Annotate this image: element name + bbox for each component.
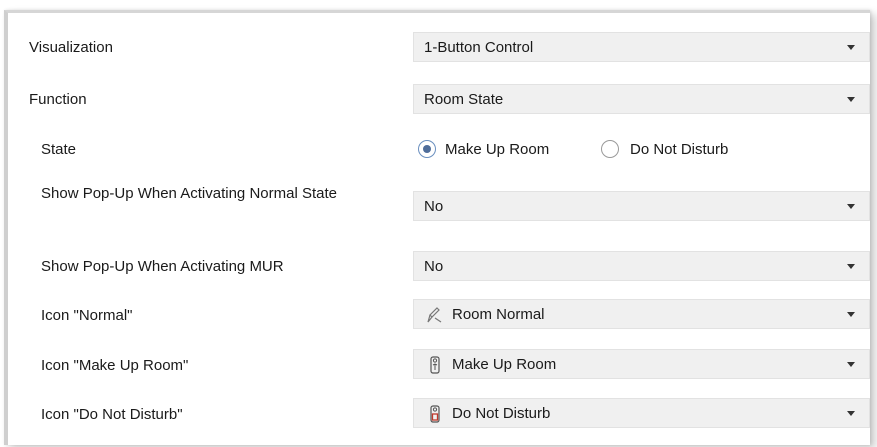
chevron-down-icon <box>847 204 855 209</box>
chevron-down-icon <box>847 97 855 102</box>
chevron-down-icon <box>847 362 855 367</box>
make-up-room-radio-label[interactable]: Make Up Room <box>445 141 549 159</box>
do-not-disturb-icon <box>430 405 440 423</box>
icon-normal-label: Icon "Normal" <box>41 307 133 324</box>
function-dropdown[interactable]: Room State <box>413 84 870 114</box>
icon-normal-value: Room Normal <box>452 306 545 323</box>
icon-mur-dropdown[interactable]: Make Up Room <box>413 349 870 379</box>
chevron-down-icon <box>847 411 855 416</box>
function-value: Room State <box>424 91 504 108</box>
icon-mur-label: Icon "Make Up Room" <box>41 357 189 374</box>
popup-mur-dropdown[interactable]: No <box>413 251 870 281</box>
parameter-panel: Visualization 1-Button Control Function … <box>4 10 870 445</box>
icon-dnd-label: Icon "Do Not Disturb" <box>41 406 183 423</box>
icon-dnd-dropdown[interactable]: Do Not Disturb <box>413 398 870 428</box>
icon-normal-dropdown[interactable]: Room Normal <box>413 299 870 329</box>
do-not-disturb-radio-label[interactable]: Do Not Disturb <box>630 141 728 159</box>
popup-normal-dropdown[interactable]: No <box>413 191 870 221</box>
icon-mur-value: Make Up Room <box>452 356 557 373</box>
visualization-dropdown[interactable]: 1-Button Control <box>413 32 870 62</box>
chevron-down-icon <box>847 264 855 269</box>
popup-normal-value: No <box>424 198 444 215</box>
visualization-label: Visualization <box>29 39 113 56</box>
make-up-room-icon <box>430 356 440 374</box>
popup-mur-label: Show Pop-Up When Activating MUR <box>41 258 284 275</box>
function-label: Function <box>29 91 87 108</box>
do-not-disturb-radio[interactable] <box>601 140 619 158</box>
make-up-room-radio[interactable] <box>418 140 436 158</box>
popup-normal-label: Show Pop-Up When Activating Normal State <box>41 185 337 202</box>
chevron-down-icon <box>847 45 855 50</box>
room-normal-icon <box>427 307 442 323</box>
chevron-down-icon <box>847 312 855 317</box>
state-label: State <box>41 141 77 158</box>
popup-mur-value: No <box>424 258 444 275</box>
icon-dnd-value: Do Not Disturb <box>452 405 551 422</box>
visualization-value: 1-Button Control <box>424 39 534 56</box>
